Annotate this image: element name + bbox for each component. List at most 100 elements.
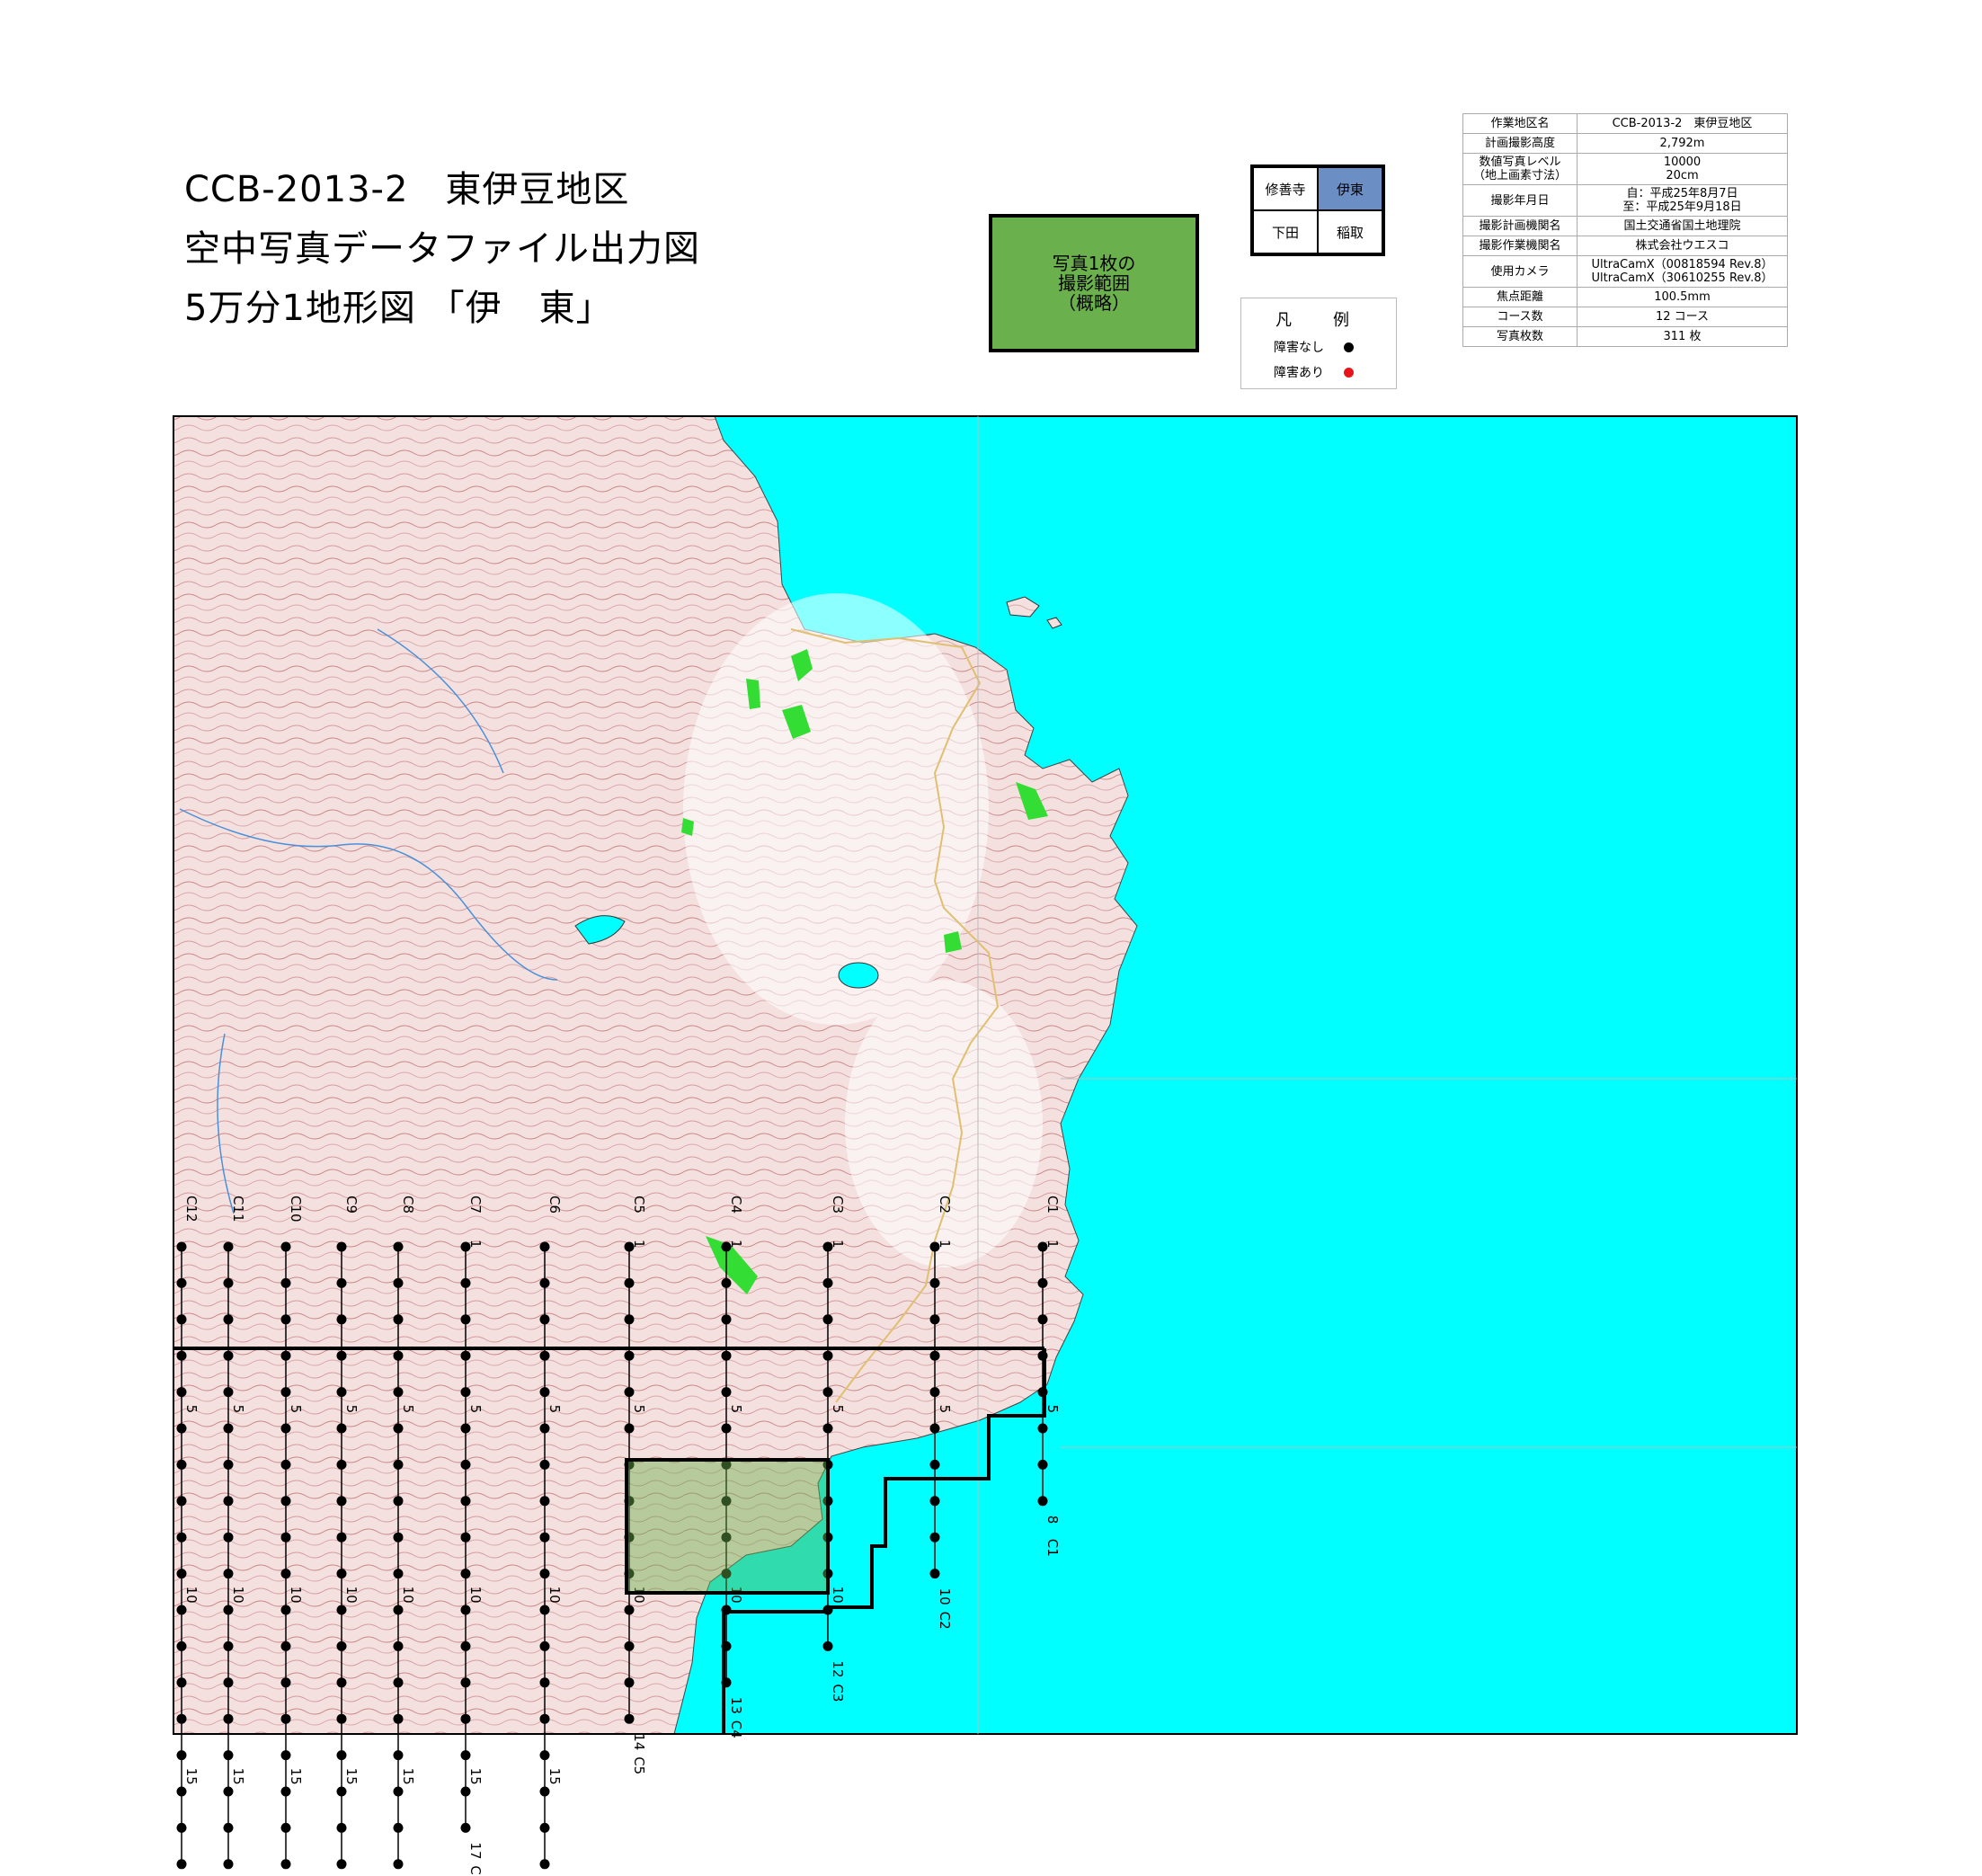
photo-point[interactable] [176, 1387, 187, 1398]
photo-point[interactable] [280, 1496, 291, 1507]
photo-point[interactable] [223, 1750, 234, 1761]
photo-point[interactable] [176, 1241, 187, 1252]
photo-point[interactable] [280, 1459, 291, 1470]
photo-point[interactable] [929, 1569, 940, 1579]
photo-point[interactable] [223, 1640, 234, 1651]
photo-point[interactable] [176, 1423, 187, 1434]
photo-point[interactable] [1037, 1277, 1048, 1288]
photo-point[interactable] [539, 1822, 550, 1833]
photo-point[interactable] [336, 1496, 347, 1507]
photo-point[interactable] [176, 1640, 187, 1651]
photo-point[interactable] [393, 1459, 404, 1470]
photo-point[interactable] [223, 1423, 234, 1434]
photo-point[interactable] [624, 1677, 635, 1688]
photo-point[interactable] [624, 1350, 635, 1361]
photo-point[interactable] [624, 1277, 635, 1288]
photo-point[interactable] [223, 1459, 234, 1470]
photo-point[interactable] [223, 1532, 234, 1543]
photo-point[interactable] [929, 1532, 940, 1543]
photo-point[interactable] [721, 1314, 732, 1325]
photo-point[interactable] [460, 1423, 471, 1434]
photo-point[interactable] [460, 1605, 471, 1615]
photo-point[interactable] [176, 1786, 187, 1797]
photo-point[interactable] [223, 1569, 234, 1579]
photo-point[interactable] [176, 1277, 187, 1288]
photo-point[interactable] [280, 1786, 291, 1797]
photo-point[interactable] [539, 1640, 550, 1651]
photo-point[interactable] [1037, 1423, 1048, 1434]
photo-point[interactable] [176, 1677, 187, 1688]
photo-point[interactable] [539, 1314, 550, 1325]
photo-point[interactable] [539, 1350, 550, 1361]
photo-point[interactable] [176, 1459, 187, 1470]
photo-point[interactable] [336, 1387, 347, 1398]
photo-point[interactable] [336, 1713, 347, 1724]
photo-point[interactable] [721, 1387, 732, 1398]
photo-point[interactable] [176, 1532, 187, 1543]
photo-point[interactable] [223, 1859, 234, 1870]
photo-point[interactable] [176, 1314, 187, 1325]
photo-point[interactable] [223, 1786, 234, 1797]
photo-point[interactable] [539, 1859, 550, 1870]
photo-point[interactable] [929, 1387, 940, 1398]
photo-point[interactable] [460, 1387, 471, 1398]
photo-point[interactable] [393, 1605, 404, 1615]
photo-point[interactable] [176, 1605, 187, 1615]
photo-point[interactable] [460, 1750, 471, 1761]
photo-point[interactable] [393, 1750, 404, 1761]
photo-point[interactable] [280, 1677, 291, 1688]
photo-point[interactable] [336, 1241, 347, 1252]
photo-point[interactable] [280, 1713, 291, 1724]
photo-point[interactable] [336, 1750, 347, 1761]
photo-point[interactable] [539, 1387, 550, 1398]
photo-point[interactable] [336, 1459, 347, 1470]
photo-point[interactable] [280, 1569, 291, 1579]
photo-point[interactable] [624, 1640, 635, 1651]
photo-point[interactable] [393, 1277, 404, 1288]
photo-point[interactable] [336, 1859, 347, 1870]
photo-point[interactable] [393, 1496, 404, 1507]
photo-point[interactable] [223, 1496, 234, 1507]
photo-point[interactable] [336, 1423, 347, 1434]
photo-point[interactable] [624, 1387, 635, 1398]
photo-point[interactable] [539, 1277, 550, 1288]
photo-point[interactable] [393, 1314, 404, 1325]
photo-point[interactable] [223, 1314, 234, 1325]
photo-point[interactable] [176, 1750, 187, 1761]
photo-point[interactable] [539, 1423, 550, 1434]
photo-point[interactable] [280, 1605, 291, 1615]
photo-point[interactable] [539, 1713, 550, 1724]
photo-point[interactable] [176, 1496, 187, 1507]
photo-point[interactable] [624, 1314, 635, 1325]
photo-point[interactable] [624, 1713, 635, 1724]
photo-point[interactable] [624, 1605, 635, 1615]
photo-point[interactable] [393, 1532, 404, 1543]
photo-point[interactable] [393, 1859, 404, 1870]
photo-point[interactable] [223, 1822, 234, 1833]
photo-point[interactable] [822, 1640, 833, 1651]
photo-point[interactable] [822, 1387, 833, 1398]
photo-point[interactable] [721, 1423, 732, 1434]
photo-point[interactable] [280, 1532, 291, 1543]
photo-point[interactable] [539, 1532, 550, 1543]
photo-point[interactable] [929, 1496, 940, 1507]
photo-point[interactable] [336, 1314, 347, 1325]
photo-point[interactable] [539, 1569, 550, 1579]
photo-point[interactable] [393, 1423, 404, 1434]
photo-point[interactable] [393, 1713, 404, 1724]
photo-point[interactable] [539, 1241, 550, 1252]
photo-point[interactable] [223, 1605, 234, 1615]
photo-point[interactable] [336, 1677, 347, 1688]
photo-point[interactable] [929, 1423, 940, 1434]
photo-point[interactable] [336, 1822, 347, 1833]
photo-point[interactable] [929, 1277, 940, 1288]
photo-point[interactable] [223, 1350, 234, 1361]
photo-point[interactable] [393, 1786, 404, 1797]
photo-point[interactable] [539, 1459, 550, 1470]
photo-point[interactable] [1037, 1459, 1048, 1470]
photo-point[interactable] [336, 1532, 347, 1543]
photo-point[interactable] [336, 1277, 347, 1288]
photo-point[interactable] [336, 1569, 347, 1579]
photo-point[interactable] [539, 1677, 550, 1688]
photo-point[interactable] [929, 1350, 940, 1361]
